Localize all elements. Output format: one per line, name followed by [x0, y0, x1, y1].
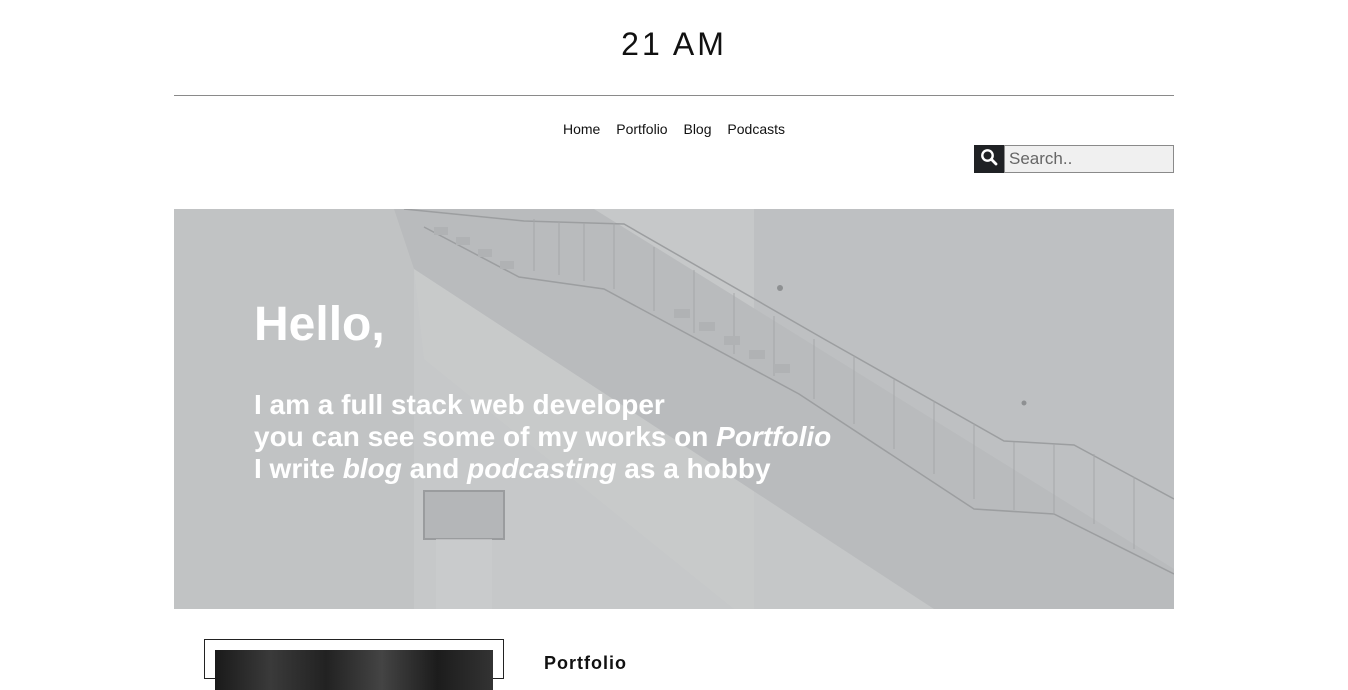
- hero-hobby-prefix: I write: [254, 453, 343, 484]
- hero-text: Hello, I am a full stack web developer y…: [254, 297, 831, 485]
- portfolio-card-image: [215, 650, 493, 690]
- portfolio-section-heading: Portfolio: [544, 653, 627, 673]
- search-button[interactable]: [974, 145, 1004, 173]
- hero-title: Hello,: [254, 298, 385, 351]
- hero-hobby-line: I write blog and podcasting as a hobby: [254, 453, 831, 485]
- portfolio-card[interactable]: [204, 639, 504, 690]
- search-icon: [980, 148, 998, 171]
- hero-banner: Hello, I am a full stack web developer y…: [174, 209, 1174, 609]
- hero-portfolio-prefix: you can see some of my works on: [254, 421, 717, 452]
- hero-hobby-suffix: as a hobby: [616, 453, 771, 484]
- hero-portfolio-line: you can see some of my works on Portfoli…: [254, 421, 831, 453]
- main-nav: Home Portfolio Blog Podcasts: [0, 119, 1348, 139]
- hero-intro-line: I am a full stack web developer: [254, 389, 831, 421]
- header-divider: [174, 95, 1174, 96]
- nav-item-home[interactable]: Home: [563, 119, 600, 139]
- hero-portfolio-link[interactable]: Portfolio: [716, 421, 831, 452]
- hero-podcasting-link[interactable]: podcasting: [467, 453, 616, 484]
- nav-item-podcasts[interactable]: Podcasts: [727, 119, 785, 139]
- search-input[interactable]: [1004, 145, 1174, 173]
- hero-blog-link[interactable]: blog: [343, 453, 402, 484]
- nav-item-portfolio[interactable]: Portfolio: [616, 119, 667, 139]
- search-bar: [974, 145, 1174, 173]
- site-title[interactable]: 21 AM: [0, 24, 1348, 64]
- hero-hobby-mid: and: [401, 453, 468, 484]
- hero-intro-text: I am a full stack web developer: [254, 389, 665, 420]
- nav-item-blog[interactable]: Blog: [683, 119, 711, 139]
